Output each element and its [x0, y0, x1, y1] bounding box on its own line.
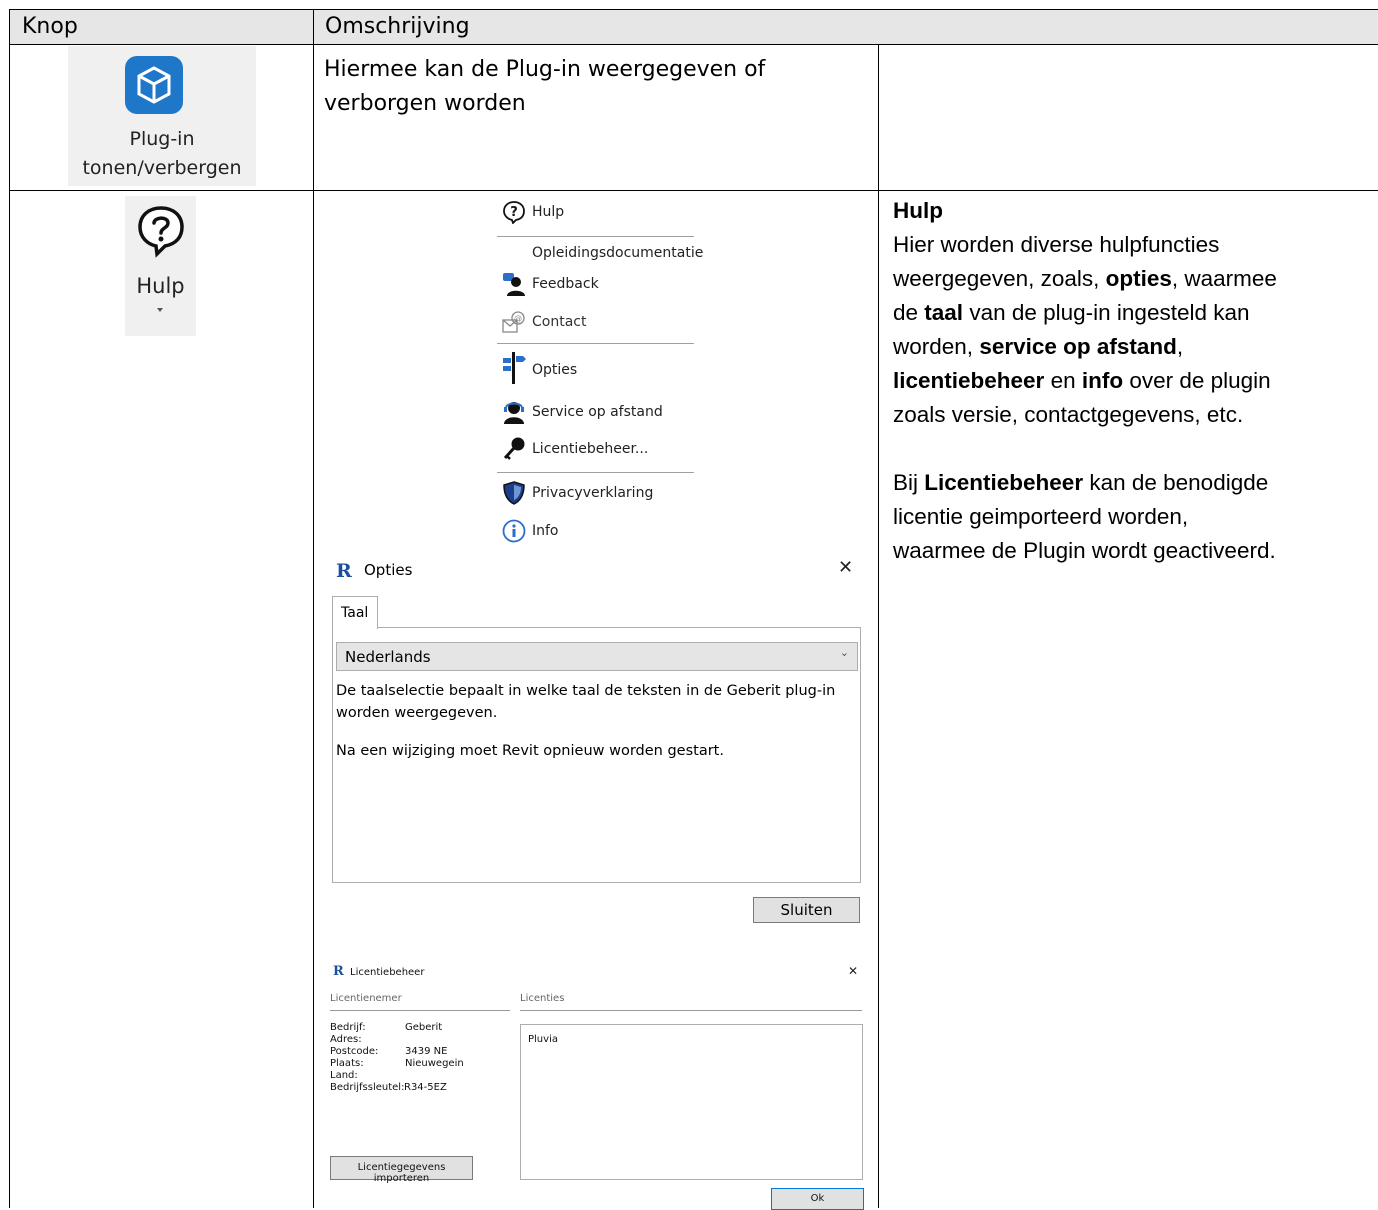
plugin-label-1: Plug-in — [129, 128, 195, 150]
plugin-cube-icon — [123, 54, 185, 116]
licensee-values: Geberit 3439 NE Nieuwegein R34-5EZ — [404, 1022, 464, 1093]
help-dropdown-button[interactable]: Hulp — [125, 196, 196, 336]
menu-item-contact[interactable]: @ Contact — [498, 310, 694, 340]
help-circle-icon: ? — [502, 200, 526, 225]
license-dialog: R Licentiebeheer ✕ Licentienemer Licenti… — [330, 962, 864, 1210]
options-title: Opties — [364, 561, 413, 579]
menu-item-service-op-afstand[interactable]: Service op afstand — [498, 400, 694, 430]
sluiten-button[interactable]: Sluiten — [753, 897, 860, 923]
contact-mail-icon: @ — [502, 310, 526, 334]
language-select[interactable]: Nederlands ⌄ — [336, 642, 858, 671]
ok-button[interactable]: Ok — [771, 1188, 864, 1210]
help-label: Hulp — [136, 274, 185, 298]
menu-item-info[interactable]: Info — [498, 519, 694, 549]
licensee-labels: Bedrijf: Adres: Postcode: Plaats: Land: … — [330, 1022, 405, 1093]
chevron-down-icon: ⌄ — [839, 646, 849, 659]
options-dialog: R Opties ✕ Taal Nederlands ⌄ De taalsele… — [332, 557, 866, 927]
svg-text:?: ? — [510, 205, 518, 220]
import-license-button[interactable]: Licentiegegevens importeren — [330, 1156, 473, 1184]
row2-description: Hulp Hier worden diverse hulpfuncties we… — [893, 194, 1277, 568]
revit-logo-icon: R — [333, 964, 344, 979]
svg-text:@: @ — [514, 314, 522, 323]
header-knop: Knop — [22, 14, 78, 39]
signpost-icon — [502, 352, 526, 384]
menu-item-opleidingsdocumentatie[interactable]: Opleidingsdocumentatie — [498, 241, 703, 271]
licenses-header: Licenties — [520, 993, 565, 1004]
menu-item-hulp[interactable]: ? Hulp — [498, 200, 694, 230]
menu-item-feedback[interactable]: Feedback — [498, 272, 694, 302]
close-icon[interactable]: ✕ — [848, 964, 858, 978]
info-circle-icon — [502, 519, 526, 543]
list-item[interactable]: Pluvia — [528, 1034, 558, 1045]
menu-item-privacyverklaring[interactable]: Privacyverklaring — [498, 481, 694, 511]
options-description: De taalselectie bepaalt in welke taal de… — [336, 683, 836, 759]
help-heading: Hulp — [893, 198, 943, 223]
table-header — [9, 10, 1378, 44]
options-panel: Nederlands ⌄ De taalselectie bepaalt in … — [332, 627, 861, 883]
revit-logo-icon: R — [336, 560, 352, 582]
row1-description: Hiermee kan de Plug-in weergegeven of ve… — [324, 57, 766, 116]
licensee-header: Licentienemer — [330, 993, 402, 1004]
key-icon — [502, 437, 526, 461]
shield-icon — [502, 481, 526, 505]
help-bubble-icon — [135, 204, 187, 258]
licenses-list[interactable]: Pluvia — [520, 1024, 863, 1180]
feedback-user-icon — [502, 272, 526, 296]
plugin-label-2: tonen/verbergen — [82, 157, 242, 179]
chevron-down-icon — [157, 308, 163, 312]
license-title: Licentiebeheer — [350, 967, 425, 978]
menu-item-licentiebeheer[interactable]: Licentiebeheer... — [498, 437, 694, 467]
menu-item-opties[interactable]: Opties — [498, 352, 694, 388]
headset-user-icon — [502, 400, 526, 424]
close-icon[interactable]: ✕ — [838, 557, 853, 578]
header-omschrijving: Omschrijving — [325, 14, 470, 39]
tab-taal[interactable]: Taal — [332, 596, 378, 629]
plugin-toggle-button[interactable]: Plug-in tonen/verbergen — [68, 46, 256, 186]
